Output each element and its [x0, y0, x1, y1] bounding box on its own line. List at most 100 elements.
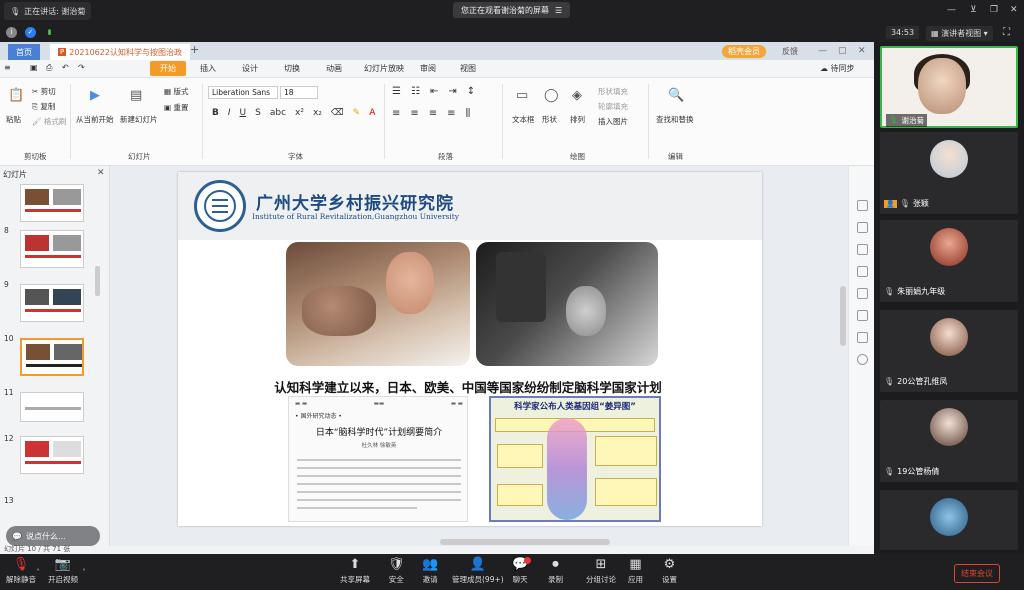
align-right-icon[interactable]: ≡ — [429, 108, 437, 119]
format-painter-button[interactable]: 🖌 格式刷 — [32, 116, 66, 127]
slide-thumbnail-8[interactable] — [20, 230, 84, 268]
paste-button[interactable]: 粘贴 — [6, 114, 21, 125]
outline-button[interactable]: 轮廓填充 — [598, 101, 628, 112]
hamburger-icon[interactable]: ≡ — [4, 63, 11, 72]
font-color-icon[interactable]: A — [369, 108, 375, 118]
info-icon[interactable]: i — [6, 26, 17, 38]
say-something-input[interactable]: 💬 说点什么... — [6, 526, 100, 546]
textbox-icon[interactable]: ▭ — [516, 88, 528, 103]
shape-fill-button[interactable]: 形状填充 — [598, 86, 628, 97]
new-slide-icon[interactable]: ▤ — [130, 88, 142, 103]
layout-button[interactable]: ▦ 版式 — [164, 86, 188, 97]
picture-icon[interactable] — [857, 332, 868, 343]
participant-tile[interactable]: 🎙 19公管杨倩 — [880, 400, 1018, 482]
participant-tile[interactable]: 🎙 朱丽娟九年级 — [880, 220, 1018, 302]
tab-document[interactable]: P 20210622认知科学与按图治政... — [50, 44, 190, 60]
settings-icon[interactable] — [857, 354, 868, 365]
tab-home[interactable]: 首页 — [8, 44, 40, 60]
viewing-screen-indicator[interactable]: 您正在观看谢治菊的屏幕 ☰ — [453, 2, 571, 18]
numbered-list-icon[interactable]: ☷ — [411, 86, 420, 97]
undo-icon[interactable]: ↶ — [62, 63, 69, 72]
slide-thumbnail-11[interactable] — [20, 392, 84, 422]
property-icon[interactable] — [857, 200, 868, 211]
arrange-icon[interactable]: ◈ — [572, 88, 582, 103]
align-center-icon[interactable]: ≡ — [410, 108, 418, 119]
justify-icon[interactable]: ≡ — [447, 108, 455, 119]
record-button[interactable]: ⏺ 录制 — [548, 558, 563, 585]
insert-picture-button[interactable]: 插入图片 — [598, 116, 628, 127]
from-current-button[interactable]: 从当前开始 — [76, 114, 114, 125]
menu-view[interactable]: 视图 — [460, 63, 476, 74]
copy-button[interactable]: ⎘ 复制 — [32, 101, 55, 112]
find-icon[interactable]: 🔍 — [668, 88, 684, 103]
italic-icon[interactable]: I — [228, 108, 231, 118]
editor-horizontal-scrollbar[interactable] — [440, 539, 610, 545]
presenter-video[interactable]: 🎙 谢治菊 — [880, 46, 1018, 128]
editor-vertical-scrollbar[interactable] — [840, 286, 846, 346]
close-icon[interactable]: ✕ — [858, 46, 866, 56]
arrange-button[interactable]: 排列 — [570, 114, 585, 125]
slide-thumbnail-7[interactable] — [20, 184, 84, 222]
redo-icon[interactable]: ↷ — [78, 63, 85, 72]
maximize-icon[interactable]: ▢ — [838, 46, 847, 56]
close-icon[interactable]: ✕ — [97, 168, 105, 178]
print-icon[interactable]: ⎙ — [46, 63, 52, 73]
menu-transition[interactable]: 切换 — [284, 63, 300, 74]
participant-tile[interactable] — [880, 490, 1018, 550]
manage-members-button[interactable]: 👤 管理成员(99+) — [452, 558, 504, 585]
menu-icon[interactable]: ☰ — [555, 6, 562, 15]
apps-button[interactable]: ▦ 应用 — [628, 558, 643, 585]
signal-icon[interactable]: ▮ — [44, 27, 55, 38]
vip-button[interactable]: 稻壳会员 — [722, 45, 766, 58]
share-screen-button[interactable]: ⬆ 共享屏幕 — [340, 558, 370, 585]
superscript-icon[interactable]: x² — [295, 108, 304, 118]
slide-thumbnail-10-selected[interactable] — [20, 338, 84, 376]
share-icon[interactable] — [857, 310, 868, 321]
slide-thumbnail-9[interactable] — [20, 284, 84, 322]
chevron-up-icon[interactable]: ˄ — [36, 568, 40, 577]
bullet-list-icon[interactable]: ☰ — [392, 86, 401, 97]
strikethrough-icon[interactable]: S — [255, 108, 261, 118]
menu-slideshow[interactable]: 幻灯片放映 — [364, 63, 404, 74]
textbox-button[interactable]: 文本框 — [512, 114, 535, 125]
security-button[interactable]: 🛡 安全 — [388, 558, 405, 585]
indent-decrease-icon[interactable]: ⇤ — [430, 86, 438, 97]
menu-start[interactable]: 开始 — [150, 61, 186, 76]
transition-icon[interactable] — [857, 244, 868, 255]
breakout-button[interactable]: ⊞ 分组讨论 — [586, 558, 616, 585]
maximize-icon[interactable]: ❐ — [990, 5, 998, 15]
chevron-up-icon[interactable]: ˄ — [82, 568, 86, 577]
menu-animation[interactable]: 动画 — [326, 63, 342, 74]
feedback-button[interactable]: 反馈 — [782, 46, 798, 57]
cut-button[interactable]: ✂ 剪切 — [32, 86, 56, 97]
minimize-icon[interactable]: — — [818, 46, 827, 56]
slides-scrollbar[interactable] — [95, 266, 100, 296]
align-left-icon[interactable]: ≡ — [392, 108, 400, 119]
reset-button[interactable]: ▣ 重置 — [164, 102, 188, 113]
slide-thumbnail-12[interactable] — [20, 436, 84, 474]
find-replace-button[interactable]: 查找和替换 — [656, 114, 694, 125]
close-icon[interactable]: ✕ — [1010, 5, 1018, 15]
shape-icon[interactable]: ◯ — [544, 88, 559, 103]
unmute-button[interactable]: 🎙 解除静音 — [6, 558, 36, 585]
menu-review[interactable]: 审阅 — [420, 63, 436, 74]
sync-button[interactable]: ☁ 待同步 — [820, 63, 855, 74]
indent-increase-icon[interactable]: ⇥ — [448, 86, 456, 97]
invite-button[interactable]: 👥 邀请 — [422, 558, 438, 585]
shield-icon[interactable]: ✓ — [25, 26, 36, 38]
play-icon[interactable]: ▶ — [90, 88, 100, 103]
minimize-icon[interactable]: — — [947, 5, 956, 15]
abc-icon[interactable]: abc — [270, 108, 286, 118]
columns-icon[interactable]: ⫼ — [466, 108, 471, 119]
subscript-icon[interactable]: x₂ — [313, 108, 322, 118]
bold-icon[interactable]: B — [212, 108, 219, 118]
end-meeting-button[interactable]: 结束会议 — [954, 564, 1000, 583]
line-spacing-icon[interactable]: ↕ — [467, 86, 475, 97]
object-icon[interactable] — [857, 288, 868, 299]
participant-tile[interactable]: 🎙 20公管孔维凤 — [880, 310, 1018, 392]
animation-icon[interactable] — [857, 222, 868, 233]
highlight-icon[interactable]: ✎ — [353, 108, 361, 118]
new-tab-icon[interactable]: + — [190, 43, 199, 56]
menu-insert[interactable]: 插入 — [200, 63, 216, 74]
start-video-button[interactable]: 📷 开启视频 — [48, 558, 78, 585]
